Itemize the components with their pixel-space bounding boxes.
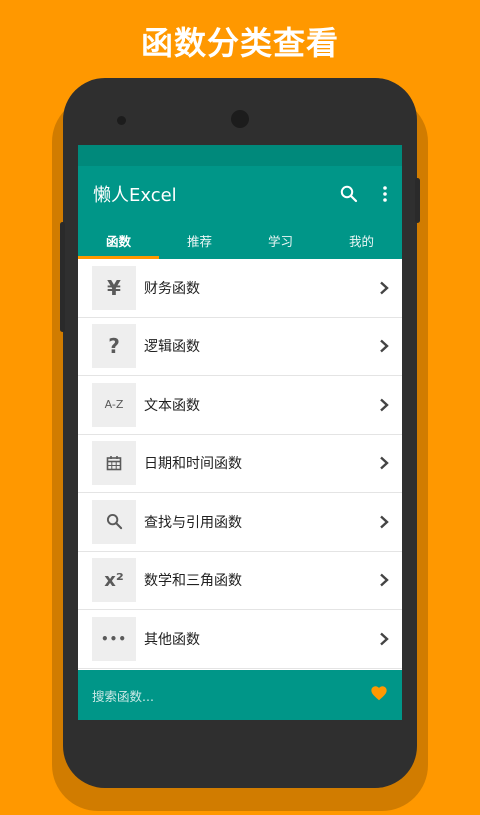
search-input[interactable]: 搜索函数... (92, 686, 370, 705)
bottom-search-bar[interactable]: 搜索函数... (78, 670, 402, 720)
list-item-lookup[interactable]: 查找与引用函数 (78, 493, 402, 552)
list-item-label: 日期和时间函数 (144, 456, 242, 473)
phone-side-button-left (60, 222, 65, 332)
list-item-datetime[interactable]: 日期和时间函数 (78, 435, 402, 493)
heart-icon[interactable] (370, 685, 388, 705)
list-item-finance[interactable]: ¥ 财务函数 (78, 259, 402, 318)
magnifier-icon (92, 499, 136, 544)
more-dots-glyph: ••• (100, 631, 127, 646)
list-item-math[interactable]: x² 数学和三角函数 (78, 552, 402, 610)
status-bar (78, 145, 402, 166)
question-glyph: ? (108, 334, 120, 359)
list-item-other[interactable]: ••• 其他函数 (78, 610, 402, 669)
chevron-right-icon (366, 632, 402, 646)
tab-learn[interactable]: 学习 (240, 221, 321, 259)
calendar-icon (92, 441, 136, 486)
app-bar: 懒人Excel (78, 166, 402, 221)
list-item-label: 文本函数 (144, 397, 200, 414)
tab-recommend[interactable]: 推荐 (159, 221, 240, 259)
list-item-text[interactable]: A-Z 文本函数 (78, 376, 402, 435)
category-list: ¥ 财务函数 ? 逻辑函数 A-Z 文本函数 日期和时间函数 查找与引用函数 x… (78, 259, 402, 669)
chevron-right-icon (366, 573, 402, 587)
list-item-label: 逻辑函数 (144, 339, 200, 356)
list-item-label: 其他函数 (144, 631, 200, 648)
chevron-right-icon (366, 281, 402, 295)
yen-icon: ¥ (92, 265, 136, 310)
yen-glyph: ¥ (107, 275, 121, 300)
more-dots-icon: ••• (92, 616, 136, 661)
x-squared-glyph: x² (104, 569, 124, 591)
phone-camera (231, 110, 249, 128)
search-icon[interactable] (330, 175, 368, 213)
tab-functions[interactable]: 函数 (78, 221, 159, 259)
list-item-label: 数学和三角函数 (144, 573, 242, 590)
tab-mine[interactable]: 我的 (321, 221, 402, 259)
app-title: 懒人Excel (93, 184, 177, 206)
list-item-logic[interactable]: ? 逻辑函数 (78, 318, 402, 376)
chevron-right-icon (366, 398, 402, 412)
app-screen: 懒人Excel 函数 推荐 学习 我的 ¥ 财务函数 ? 逻辑函数 A-Z 文本… (78, 145, 402, 720)
promo-title: 函数分类查看 (140, 24, 339, 62)
tab-indicator (78, 256, 159, 259)
list-item-label: 查找与引用函数 (144, 514, 242, 531)
more-vert-icon[interactable] (368, 175, 402, 213)
x-squared-icon: x² (92, 558, 136, 603)
a-z-glyph: A-Z (104, 398, 124, 412)
question-icon: ? (92, 324, 136, 369)
a-z-icon: A-Z (92, 382, 136, 427)
list-item-label: 财务函数 (144, 280, 200, 297)
phone-speaker (117, 116, 126, 125)
phone-side-button-right (415, 178, 420, 223)
chevron-right-icon (366, 339, 402, 353)
chevron-right-icon (366, 456, 402, 470)
chevron-right-icon (366, 515, 402, 529)
tab-bar: 函数 推荐 学习 我的 (78, 221, 402, 259)
